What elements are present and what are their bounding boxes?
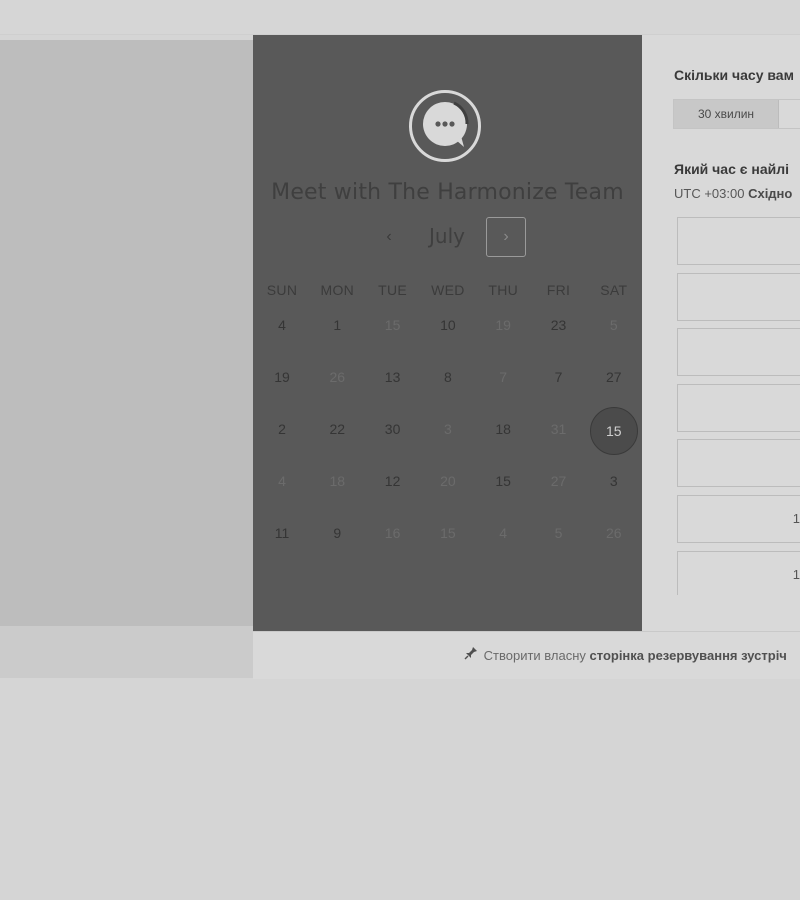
calendar-day: 26 — [329, 369, 346, 385]
top-strip — [0, 0, 800, 35]
footer-bar: Створити власну сторінка резервування зу… — [253, 631, 800, 679]
time-slot-button[interactable] — [677, 439, 800, 488]
footer-link: сторінка резервування зустріч — [589, 648, 787, 663]
footer-prefix: Створити власну — [483, 648, 586, 663]
left-background-panel — [0, 40, 253, 626]
calendar-day[interactable]: 22 — [309, 421, 365, 437]
calendar-day: 4 — [278, 473, 286, 489]
calendar-day: 19 — [495, 317, 511, 333]
calendar-day[interactable]: 23 — [531, 317, 587, 333]
create-booking-page-link[interactable]: Створити власну сторінка резервування зу… — [464, 646, 787, 663]
weekday-fri: FRI — [546, 282, 571, 298]
calendar-day: 16 — [384, 525, 401, 541]
chat-bubble-icon — [409, 90, 481, 162]
time-slot-button[interactable] — [677, 328, 800, 377]
weekday-wed: WED — [431, 282, 465, 298]
calendar-day[interactable]: 7 — [531, 369, 587, 385]
time-selection-panel: Скільки часу вам 30 хвилин Який час є на… — [642, 35, 800, 631]
pin-icon — [464, 646, 480, 663]
calendar-day[interactable]: 15 — [475, 473, 531, 489]
calendar-panel: Meet with The Harmonize Team ‹ July › SU… — [253, 35, 642, 631]
weekday-sun: SUN — [266, 282, 298, 298]
weekday-sat: SAT — [600, 282, 628, 298]
timezone-label[interactable]: UTC +03:00 Східно — [674, 186, 792, 201]
calendar-day: 18 — [329, 473, 346, 489]
calendar-day[interactable]: 27 — [586, 369, 642, 385]
left-background-footer — [0, 626, 253, 678]
calendar-day[interactable]: 4 — [254, 317, 310, 333]
weekday-tue: TUE — [378, 282, 408, 298]
selected-day[interactable]: 15 — [589, 407, 638, 455]
calendar-day: 3 — [443, 421, 452, 437]
weekday-mon: MON — [320, 282, 355, 298]
time-slot-label: 1 — [792, 511, 800, 526]
calendar-day: 31 — [550, 421, 567, 437]
time-slot-button[interactable]: 1 — [677, 495, 800, 543]
time-slot-button[interactable] — [677, 217, 800, 265]
calendar-day: 15 — [384, 317, 401, 333]
calendar-day: 27 — [550, 473, 567, 489]
time-slot-button[interactable]: 1 — [677, 550, 800, 595]
calendar-day: 15 — [440, 525, 456, 541]
calendar-day: 5 — [609, 317, 618, 333]
time-slot-button[interactable] — [677, 272, 800, 321]
timezone-offset: UTC +03:00 — [674, 186, 745, 201]
time-slot-label: 1 — [792, 566, 800, 582]
previous-month-button[interactable]: ‹ — [373, 222, 405, 252]
calendar-day[interactable]: 10 — [420, 317, 476, 333]
time-slot-list: 11 — [677, 217, 800, 595]
duration-tabs: 30 хвилин — [673, 99, 800, 129]
calendar-day[interactable]: 1 — [309, 317, 365, 333]
duration-tab-30[interactable]: 30 хвилин — [674, 100, 779, 128]
calendar-day[interactable]: 18 — [475, 421, 531, 437]
calendar-day[interactable]: 9 — [309, 525, 365, 541]
calendar-day[interactable]: 8 — [420, 369, 476, 385]
weekday-thu: THU — [488, 282, 519, 298]
calendar-day: 26 — [606, 525, 622, 541]
booking-card: Meet with The Harmonize Team ‹ July › SU… — [253, 35, 800, 631]
duration-question: Скільки часу вам — [674, 67, 794, 83]
calendar-day: 5 — [554, 525, 563, 541]
calendar-day: 7 — [499, 369, 508, 385]
time-question: Який час є найлі — [674, 161, 790, 177]
calendar-day[interactable]: 19 — [254, 369, 310, 385]
calendar-day[interactable]: 11 — [254, 525, 310, 541]
calendar-day: 20 — [440, 473, 456, 489]
calendar-day[interactable]: 2 — [254, 421, 310, 437]
calendar-day: 4 — [499, 525, 508, 541]
calendar-day[interactable]: 13 — [365, 369, 421, 385]
timezone-name: Східно — [748, 186, 793, 201]
calendar-day[interactable]: 3 — [586, 473, 642, 489]
calendar-day[interactable]: 30 — [365, 421, 421, 437]
next-month-button[interactable]: › — [486, 217, 526, 257]
calendar-title: Meet with The Harmonize Team — [271, 180, 624, 205]
time-slot-button[interactable] — [677, 383, 800, 432]
calendar-day[interactable]: 12 — [365, 473, 421, 489]
month-label: July — [429, 224, 465, 248]
